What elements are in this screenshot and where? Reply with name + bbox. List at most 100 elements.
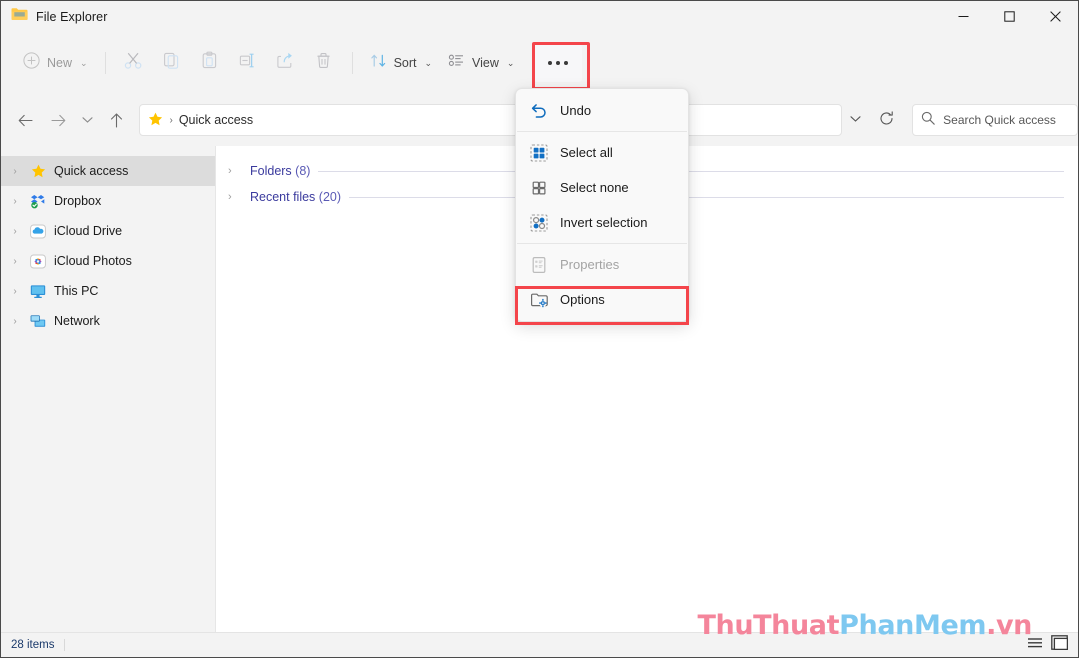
group-label: Recent files (20) <box>250 190 341 204</box>
chevron-right-icon[interactable]: › <box>228 165 242 177</box>
menu-item-invert-selection[interactable]: Invert selection <box>516 205 688 240</box>
address-bar[interactable]: › Quick access <box>139 104 842 136</box>
chevron-right-icon[interactable]: › <box>5 226 25 237</box>
view-button-label: View <box>472 56 499 70</box>
recent-locations-button[interactable] <box>75 104 100 136</box>
command-toolbar: New ⌄ <box>1 32 1078 94</box>
chevron-down-icon: ⌄ <box>507 58 515 69</box>
rename-button[interactable] <box>229 46 267 80</box>
search-input[interactable]: Search Quick access <box>943 113 1056 127</box>
view-list-icon <box>448 52 465 74</box>
watermark-part-3: .vn <box>986 610 1032 641</box>
sidebar-item-label: Dropbox <box>54 194 101 208</box>
close-button[interactable] <box>1032 1 1078 32</box>
watermark-part-1: ThuThuat <box>697 610 839 641</box>
view-button[interactable]: View ⌄ <box>440 46 522 80</box>
see-more-menu: Undo Select all <box>515 88 689 322</box>
back-button[interactable] <box>9 104 42 136</box>
menu-item-options[interactable]: Options <box>516 282 688 317</box>
menu-item-select-all[interactable]: Select all <box>516 135 688 170</box>
icloud-drive-icon <box>29 223 47 239</box>
maximize-button[interactable] <box>986 1 1032 32</box>
group-divider-line <box>318 171 1064 172</box>
copy-icon <box>162 51 181 75</box>
minimize-button[interactable] <box>940 1 986 32</box>
scissors-icon <box>124 51 143 75</box>
group-name: Folders <box>250 164 292 178</box>
sidebar-item-icloud-drive[interactable]: › iCloud Drive <box>1 216 215 246</box>
view-toggle-group <box>1027 635 1068 655</box>
menu-item-label: Invert selection <box>560 215 647 230</box>
chevron-right-icon[interactable]: › <box>5 166 25 177</box>
cut-button[interactable] <box>115 46 153 80</box>
folder-icon <box>11 7 28 26</box>
share-button[interactable] <box>267 46 305 80</box>
address-dropdown-button[interactable] <box>842 115 869 126</box>
paste-button[interactable] <box>191 46 229 80</box>
toolbar-divider-1 <box>105 52 106 74</box>
sidebar-item-label: Quick access <box>54 164 128 178</box>
sidebar-item-label: iCloud Photos <box>54 254 132 268</box>
menu-item-undo[interactable]: Undo <box>516 93 688 128</box>
menu-item-label: Options <box>560 292 605 307</box>
title-bar: File Explorer <box>1 1 1078 32</box>
sidebar-item-label: Network <box>54 314 100 328</box>
see-more-button[interactable] <box>534 44 582 82</box>
breadcrumb-current: Quick access <box>179 113 253 127</box>
breadcrumb-separator: › <box>169 115 172 126</box>
sidebar-item-quick-access[interactable]: › Quick access <box>1 156 215 186</box>
network-icon <box>29 313 47 329</box>
chevron-right-icon[interactable]: › <box>5 196 25 207</box>
sidebar-item-dropbox[interactable]: › Dropbox <box>1 186 215 216</box>
chevron-down-icon: ⌄ <box>425 58 433 69</box>
up-button[interactable] <box>100 104 133 136</box>
rename-icon <box>238 51 257 75</box>
menu-item-select-none[interactable]: Select none <box>516 170 688 205</box>
sort-arrows-icon <box>370 52 387 74</box>
new-button[interactable]: New ⌄ <box>15 46 96 80</box>
menu-item-properties: Properties <box>516 247 688 282</box>
chevron-right-icon[interactable]: › <box>5 316 25 327</box>
chevron-down-icon: ⌄ <box>80 58 88 69</box>
sidebar-item-icloud-photos[interactable]: › iCloud Photos <box>1 246 215 276</box>
sort-button[interactable]: Sort ⌄ <box>362 46 440 80</box>
refresh-button[interactable] <box>869 111 904 129</box>
options-icon <box>530 291 548 309</box>
this-pc-icon <box>29 283 47 299</box>
menu-item-label: Select all <box>560 145 613 160</box>
invert-selection-icon <box>530 214 548 232</box>
title-bar-left: File Explorer <box>1 7 940 26</box>
sidebar-item-label: iCloud Drive <box>54 224 122 238</box>
see-more-wrapper <box>534 44 582 82</box>
file-explorer-window: File Explorer New ⌄ <box>0 0 1079 658</box>
sidebar-item-this-pc[interactable]: › This PC <box>1 276 215 306</box>
ellipsis-icon <box>548 61 568 65</box>
sort-button-label: Sort <box>394 56 417 70</box>
watermark-part-2: PhanMem <box>839 610 986 641</box>
delete-button[interactable] <box>305 46 343 80</box>
plus-circle-icon <box>23 52 40 74</box>
group-label: Folders (8) <box>250 164 310 178</box>
forward-button[interactable] <box>42 104 75 136</box>
large-icons-view-icon[interactable] <box>1051 635 1068 655</box>
star-icon <box>29 163 47 179</box>
sidebar-item-network[interactable]: › Network <box>1 306 215 336</box>
copy-button[interactable] <box>153 46 191 80</box>
menu-item-label: Select none <box>560 180 629 195</box>
item-count-label: 28 items <box>11 639 65 651</box>
icloud-photos-icon <box>29 253 47 269</box>
search-box[interactable]: Search Quick access <box>912 104 1078 136</box>
select-none-icon <box>530 179 548 197</box>
clipboard-icon <box>200 51 219 75</box>
star-icon <box>148 112 163 128</box>
toolbar-divider-2 <box>352 52 353 74</box>
watermark: ThuThuatPhanMem.vn <box>697 610 1032 641</box>
new-button-label: New <box>47 56 72 70</box>
select-all-icon <box>530 144 548 162</box>
chevron-right-icon[interactable]: › <box>228 191 242 203</box>
chevron-right-icon[interactable]: › <box>5 286 25 297</box>
chevron-right-icon[interactable]: › <box>5 256 25 267</box>
trash-icon <box>314 51 333 75</box>
menu-divider-1 <box>517 131 687 132</box>
navigation-pane: › Quick access › <box>1 146 216 634</box>
